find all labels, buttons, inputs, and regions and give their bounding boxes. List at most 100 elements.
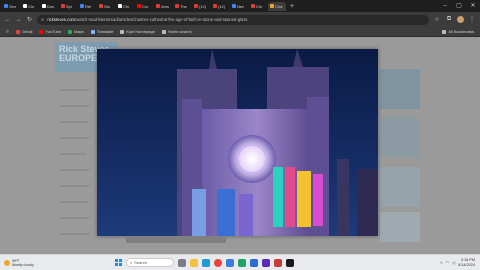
url-host: ricksteves.com: [47, 17, 76, 22]
weather-desc: Mostly cloudy: [12, 262, 34, 267]
file-explorer-icon[interactable]: [190, 258, 198, 267]
browser-toolbar: ← → ↻ ⊙ ricksteves.com/watch-read-listen…: [0, 12, 480, 27]
sun-icon: [4, 259, 10, 266]
bookmark-translate[interactable]: Translate: [90, 29, 113, 34]
taskview-icon[interactable]: [178, 258, 186, 267]
tab-favicon-icon: [175, 4, 179, 8]
menu-icon[interactable]: ⋮: [468, 16, 476, 23]
extensions-icon[interactable]: ⧉: [445, 16, 453, 23]
clock[interactable]: 2:16 PM 5/14/2024: [458, 258, 475, 267]
browser-tab[interactable]: Rei: [78, 2, 96, 11]
start-button[interactable]: [115, 259, 122, 266]
bookmark-kyle-homepage[interactable]: Kyle Homepage: [120, 29, 155, 34]
browser-tab[interactable]: The: [173, 2, 191, 11]
bookmark-youtube[interactable]: YouTube: [39, 29, 61, 34]
url-path: /watch-read-listen/read/articles/chartre…: [75, 17, 248, 22]
bookmark-maps[interactable]: Maps: [68, 29, 84, 34]
tab-label: Ams: [161, 3, 169, 9]
maximize-icon[interactable]: ▢: [452, 0, 466, 12]
store-icon[interactable]: [226, 258, 234, 267]
back-icon[interactable]: ←: [4, 17, 11, 23]
close-icon[interactable]: ✕: [466, 0, 480, 12]
browser-tab[interactable]: Chr: [116, 2, 134, 11]
tab-label: (12): [199, 3, 207, 9]
browser-tab[interactable]: Spl: [59, 2, 77, 11]
lightbox-image[interactable]: [97, 49, 378, 236]
tab-favicon-icon: [213, 4, 217, 8]
system-tray: ˄ ◠ ◁ 2:16 PM 5/14/2024: [440, 258, 480, 267]
bookmarks-bar: ⠿ Gmail YouTube Maps Translate Kyle Home…: [0, 27, 480, 37]
browser-tab[interactable]: (12): [211, 2, 229, 11]
volume-icon[interactable]: ◁: [452, 260, 455, 265]
minimize-icon[interactable]: –: [438, 0, 452, 12]
browser-tab[interactable]: Cor: [135, 2, 153, 11]
chevron-up-icon[interactable]: ˄: [440, 260, 442, 265]
browser-tab[interactable]: Chr: [249, 2, 267, 11]
tab-label: The: [180, 3, 187, 9]
tab-label: Spl: [66, 3, 72, 9]
browser-tab[interactable]: (12): [192, 2, 210, 11]
tab-label: Sen: [9, 3, 17, 9]
tab-favicon-icon: [80, 4, 84, 8]
tab-label: Cor: [142, 3, 149, 9]
browser-tab[interactable]: Nev: [230, 2, 248, 11]
bookmark-home-search[interactable]: Home search: [161, 29, 192, 34]
tab-favicon-icon: [156, 4, 160, 8]
tab-label: (12): [218, 3, 226, 9]
tab-label: Dos: [47, 3, 55, 9]
chrome-icon[interactable]: [214, 258, 222, 267]
weather-widget[interactable]: 59°F Mostly cloudy: [0, 259, 110, 267]
youtube-icon: [39, 29, 44, 34]
tab-favicon-icon: [270, 4, 274, 8]
profile-avatar[interactable]: [457, 16, 464, 23]
bookmark-star-icon[interactable]: ☆: [433, 16, 441, 23]
wifi-icon[interactable]: ◠: [446, 260, 450, 265]
tab-favicon-icon: [251, 4, 255, 8]
app-icon[interactable]: [262, 258, 270, 267]
all-bookmarks[interactable]: All Bookmarks: [442, 29, 474, 34]
tab-favicon-icon: [232, 4, 236, 8]
site-info-icon[interactable]: ⊙: [41, 17, 44, 22]
lightbox-caption-bar: [126, 237, 226, 243]
tab-favicon-icon: [61, 4, 65, 8]
cathedral-illustration: [97, 49, 378, 236]
tab-favicon-icon: [137, 4, 141, 8]
taskbar-search[interactable]: ⌕ Search: [126, 258, 174, 267]
browser-tab[interactable]: Chr: [21, 2, 39, 11]
address-bar[interactable]: ⊙ ricksteves.com/watch-read-listen/read/…: [37, 14, 429, 25]
word-icon[interactable]: [250, 258, 258, 267]
bookmark-gmail[interactable]: Gmail: [15, 29, 32, 34]
tab-favicon-icon: [99, 4, 103, 8]
browser-tab[interactable]: Cha: [268, 1, 286, 11]
tab-label: Nev: [237, 3, 245, 9]
browser-tab[interactable]: Sto: [97, 2, 115, 11]
forward-icon[interactable]: →: [15, 17, 22, 23]
new-tab-button[interactable]: +: [290, 3, 294, 10]
reload-icon[interactable]: ↻: [26, 16, 33, 23]
tab-strip: Sen Chr Dos Spl Rei Sto Chr Cor Ams The (12) (12) Ne…: [0, 0, 480, 12]
search-placeholder: Search: [134, 260, 147, 265]
excel-icon[interactable]: [238, 258, 246, 267]
gmail-icon: [15, 29, 20, 34]
folder-icon: [120, 29, 125, 34]
tab-favicon-icon: [118, 4, 122, 8]
tab-label: Chr: [123, 3, 130, 9]
folder-icon: [161, 29, 166, 34]
browser-tab[interactable]: Ams: [154, 2, 172, 11]
tab-label: Rei: [85, 3, 92, 9]
edge-icon[interactable]: [202, 258, 210, 267]
window-controls: – ▢ ✕: [438, 0, 480, 12]
browser-tab[interactable]: Dos: [40, 2, 58, 11]
app-icon[interactable]: [286, 258, 294, 267]
tab-favicon-icon: [23, 4, 27, 8]
app-icon[interactable]: [274, 258, 282, 267]
tab-label: Cha: [275, 3, 283, 9]
browser-tab[interactable]: Sen: [2, 2, 20, 11]
tab-label: Chr: [28, 3, 35, 9]
maps-icon: [68, 29, 73, 34]
tab-favicon-icon: [194, 4, 198, 8]
web-page: Rick Steves EUROPE: [0, 37, 480, 254]
apps-icon[interactable]: ⠿: [6, 29, 9, 34]
taskbar: 59°F Mostly cloudy ⌕ Search ˄ ◠ ◁ 2:16 PM…: [0, 254, 480, 270]
tab-favicon-icon: [4, 4, 8, 8]
